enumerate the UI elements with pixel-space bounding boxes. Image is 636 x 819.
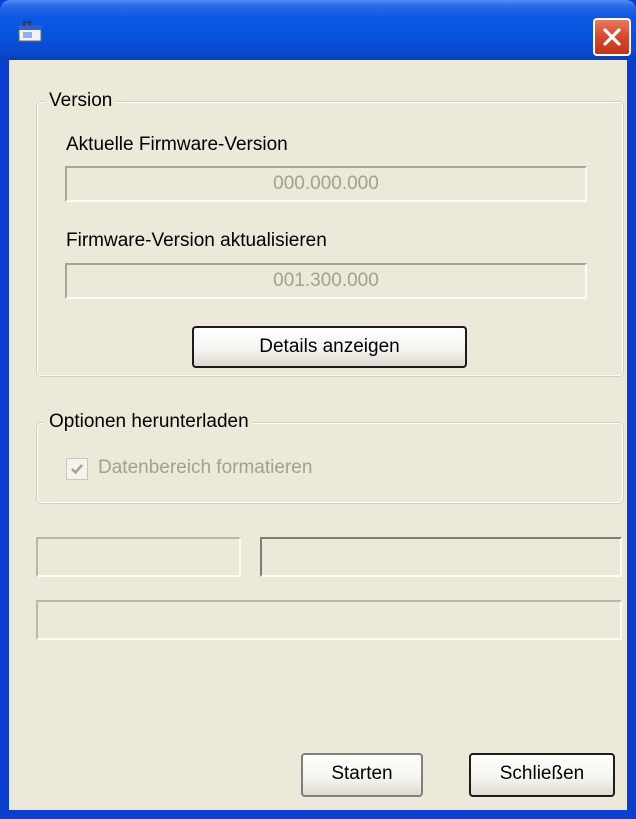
title-bar[interactable] <box>0 0 636 60</box>
status-panel-left <box>36 537 241 577</box>
update-firmware-value: 001.300.000 <box>273 270 379 291</box>
update-firmware-label: Firmware-Version aktualisieren <box>66 230 327 251</box>
current-firmware-label: Aktuelle Firmware-Version <box>66 134 288 155</box>
start-button[interactable]: Starten <box>301 753 423 797</box>
close-dialog-button[interactable]: Schließen <box>469 753 615 797</box>
application-icon <box>16 17 44 45</box>
format-data-area-label: Datenbereich formatieren <box>98 457 313 478</box>
details-button[interactable]: Details anzeigen <box>192 326 467 368</box>
version-group-legend: Version <box>45 89 117 113</box>
close-button[interactable] <box>593 18 631 56</box>
update-firmware-field: 001.300.000 <box>65 263 587 299</box>
progress-bar <box>36 600 622 640</box>
checkmark-icon <box>71 464 83 475</box>
dialog-window: Version Aktuelle Firmware-Version 000.00… <box>0 0 636 819</box>
current-firmware-field: 000.000.000 <box>65 166 587 202</box>
status-panel-right <box>260 537 622 577</box>
format-data-area-checkbox[interactable] <box>66 458 88 480</box>
options-group-legend: Optionen herunterladen <box>45 410 253 434</box>
current-firmware-value: 000.000.000 <box>273 173 379 194</box>
